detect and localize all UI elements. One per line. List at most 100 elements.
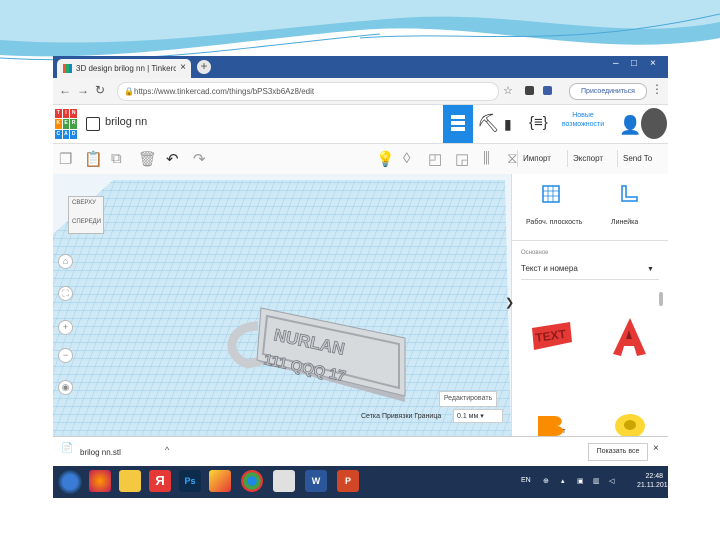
copy-icon[interactable]: ❐ — [59, 150, 72, 168]
panel-scrollbar[interactable] — [659, 292, 663, 306]
windows-taskbar: Я Ps W P EN ⊕ ▴ ▣ ▥ ◁ 22:48 21.11.2018 — [53, 466, 668, 498]
add-user-icon[interactable]: 👤 — [619, 115, 641, 136]
perspective-icon[interactable]: ◉ — [58, 380, 73, 395]
url-field[interactable]: 🔒 https://www.tinkercad.com/things/bPS3x… — [117, 82, 499, 101]
codeblocks-icon[interactable]: {≡} — [529, 114, 548, 131]
profile-button[interactable]: Присоединиться — [569, 83, 647, 100]
url-text: https://www.tinkercad.com/things/bPS3xb6… — [134, 87, 315, 96]
file-icon: 📄 — [61, 443, 74, 454]
snap-grid-select[interactable]: 0.1 мм ▾ — [453, 409, 503, 423]
browser-tab-bar: 3D design brilog nn | Tinkercad × + – □ … — [53, 56, 668, 78]
tab-close-icon[interactable]: × — [180, 62, 186, 73]
volume-icon[interactable]: ◁ — [609, 477, 614, 485]
dropdown-arrow-icon[interactable]: ▼ — [647, 266, 654, 273]
yellow-shape-icon[interactable] — [612, 410, 648, 436]
show-all-downloads-button[interactable]: Показать все — [588, 443, 648, 461]
trash-icon[interactable]: 🗑 — [138, 150, 157, 168]
import-button[interactable]: Импорт — [517, 150, 556, 167]
close-download-bar-icon[interactable]: × — [653, 443, 659, 454]
maximize-button[interactable]: □ — [631, 58, 637, 69]
bookmark-star-icon[interactable]: ☆ — [503, 84, 513, 97]
close-window-button[interactable]: × — [650, 58, 656, 69]
extension-icon[interactable] — [525, 86, 534, 95]
letter-b-shape-icon[interactable] — [534, 412, 568, 436]
design-list-icon[interactable] — [86, 117, 100, 131]
zoom-out-icon[interactable]: − — [58, 348, 73, 363]
chevron-up-icon[interactable]: ^ — [165, 445, 169, 455]
powerpoint-icon[interactable]: P — [337, 470, 359, 492]
app-icon[interactable] — [273, 470, 295, 492]
address-bar-row: ← → ↻ 🔒 https://www.tinkercad.com/things… — [53, 78, 668, 105]
text-shape-icon[interactable]: TEXT — [530, 320, 574, 356]
light-bulb-icon[interactable]: 💡 — [376, 150, 395, 168]
fit-view-icon[interactable]: ⛶ — [58, 286, 73, 301]
send-to-button[interactable]: Send To — [617, 150, 657, 167]
paste-icon[interactable]: 📋 — [84, 150, 103, 168]
back-arrow-icon[interactable]: ← — [59, 83, 71, 97]
photoshop-icon[interactable]: Ps — [179, 470, 201, 492]
minimize-button[interactable]: – — [613, 58, 619, 69]
tinkercad-favicon-icon — [63, 64, 72, 73]
lock-icon: 🔒 — [124, 87, 134, 96]
screenshot: 3D design brilog nn | Tinkercad × + – □ … — [53, 56, 668, 498]
library-select[interactable]: Текст и номера — [521, 259, 659, 280]
file-explorer-icon[interactable] — [119, 470, 141, 492]
download-bar: 📄 brilog nn.stl ^ Показать все × — [53, 436, 668, 467]
ruler-icon[interactable] — [619, 184, 639, 204]
project-name[interactable]: brilog nn — [105, 116, 147, 128]
workplane-icon[interactable] — [541, 184, 561, 204]
browser-menu-icon[interactable]: ⋮ — [651, 82, 663, 96]
tab-title: 3D design brilog nn | Tinkercad — [76, 64, 176, 73]
start-button-icon[interactable] — [57, 469, 83, 495]
stack-icon — [451, 115, 465, 132]
clock-time: 22:48 — [645, 473, 664, 480]
tray-icon[interactable]: ▴ — [561, 477, 565, 485]
collapse-panel-icon[interactable]: ❯ — [505, 296, 514, 309]
bricks-icon[interactable]: ▮ — [504, 116, 512, 133]
network-icon[interactable]: ⊕ — [543, 477, 549, 485]
letter-a-shape-icon[interactable] — [610, 316, 650, 358]
yandex-browser-icon[interactable]: Я — [149, 470, 171, 492]
new-tab-button[interactable]: + — [197, 60, 211, 74]
viewcube-top-label: СВЕРХУ — [72, 200, 96, 206]
library-label: Основное — [521, 250, 549, 256]
group-icon[interactable]: ◰ — [428, 150, 442, 168]
workplane-label: Рабоч. плоскость — [526, 219, 583, 226]
undo-icon[interactable]: ↶ — [166, 150, 179, 168]
reload-icon[interactable]: ↻ — [95, 83, 105, 97]
align-icon[interactable]: ⫼ — [483, 150, 490, 167]
tinkercad-header: TIN KER CAD brilog nn ⛏ ▮ {≡} Новые возм… — [53, 105, 668, 144]
whats-new-link[interactable]: Новые возможности — [559, 111, 607, 129]
tinkercad-logo[interactable]: TIN KER CAD — [55, 109, 77, 139]
note-icon[interactable]: ◊ — [403, 150, 410, 167]
network-signal-icon[interactable]: ▥ — [593, 477, 600, 485]
mirror-icon[interactable]: ⧖ — [507, 150, 518, 167]
panel-divider — [512, 240, 668, 241]
language-indicator[interactable]: EN — [521, 477, 531, 484]
ungroup-icon[interactable]: ◲ — [455, 150, 469, 168]
view-cube[interactable]: СВЕРХУ СПЕРЕДИ — [68, 196, 104, 234]
forward-arrow-icon[interactable]: → — [77, 83, 89, 97]
taskbar-clock[interactable]: 22:48 21.11.2018 — [637, 472, 668, 490]
workplane-viewport[interactable]: NURLAN 111 QQQ 17 СВЕРХУ СПЕРЕДИ ⌂ ⛶ + −… — [53, 174, 511, 436]
extension-icon[interactable] — [543, 86, 552, 95]
paint-app-icon[interactable] — [209, 470, 231, 492]
zoom-in-icon[interactable]: + — [58, 320, 73, 335]
chrome-icon[interactable] — [241, 470, 263, 492]
firefox-icon[interactable] — [89, 470, 111, 492]
viewcube-front-label: СПЕРЕДИ — [72, 219, 102, 225]
edit-grid-button[interactable]: Редактировать — [439, 391, 497, 407]
home-view-icon[interactable]: ⌂ — [58, 254, 73, 269]
3d-design-view-button[interactable] — [443, 105, 473, 143]
browser-tab[interactable]: 3D design brilog nn | Tinkercad × — [57, 59, 191, 78]
avatar[interactable] — [641, 108, 667, 139]
download-filename[interactable]: brilog nn.stl — [80, 448, 121, 457]
word-icon[interactable]: W — [305, 470, 327, 492]
pickaxe-icon[interactable]: ⛏ — [477, 113, 500, 134]
ruler-label: Линейка — [611, 219, 639, 226]
duplicate-icon[interactable]: ⧉ — [111, 150, 122, 167]
shapes-panel: Рабоч. плоскость Линейка Основное Текст … — [505, 174, 668, 436]
redo-icon[interactable]: ↷ — [193, 150, 206, 168]
export-button[interactable]: Экспорт — [567, 150, 608, 167]
tray-icon[interactable]: ▣ — [577, 477, 584, 485]
